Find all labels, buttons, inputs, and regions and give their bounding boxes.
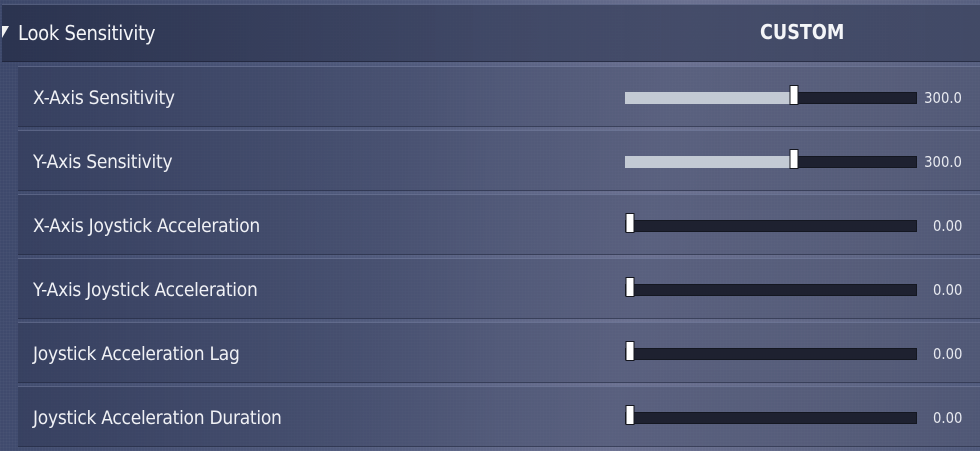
joystick-acceleration-lag-slider[interactable] [625,341,917,361]
x-axis-sensitivity-slider[interactable] [625,85,917,105]
look-sensitivity-panel: Look Sensitivity CUSTOM X-Axis Sensitivi… [0,0,980,451]
x-axis-joystick-acceleration-slider[interactable] [625,213,917,233]
header-preset-value[interactable]: CUSTOM [760,20,844,44]
slider-value: 0.00 [932,217,962,235]
slider-fill [625,92,794,104]
slider-value: 0.00 [932,345,962,363]
setting-label: Joystick Acceleration Lag [33,343,240,365]
setting-row-y-axis-sensitivity: Y-Axis Sensitivity 300.0 [18,130,980,191]
setting-label: X-Axis Joystick Acceleration [33,215,261,237]
setting-label: Joystick Acceleration Duration [33,407,282,429]
slider-value: 0.00 [932,409,962,427]
header-label: Look Sensitivity [18,21,156,45]
setting-row-joystick-acceleration-lag: Joystick Acceleration Lag 0.00 [18,322,980,383]
setting-row-x-axis-sensitivity: X-Axis Sensitivity 300.0 [18,66,980,127]
setting-label: Y-Axis Joystick Acceleration [33,279,258,301]
slider-value: 300.0 [924,89,962,107]
look-sensitivity-header[interactable]: Look Sensitivity CUSTOM [2,4,980,62]
setting-row-joystick-acceleration-duration: Joystick Acceleration Duration 0.00 [18,386,980,447]
slider-thumb[interactable] [625,213,635,233]
setting-label: Y-Axis Sensitivity [33,151,173,173]
mouse-cursor-icon [2,26,9,38]
slider-fill [625,156,794,168]
setting-row-y-axis-joystick-acceleration: Y-Axis Joystick Acceleration 0.00 [18,258,980,319]
y-axis-joystick-acceleration-slider[interactable] [625,277,917,297]
setting-row-x-axis-joystick-acceleration: X-Axis Joystick Acceleration 0.00 [18,194,980,255]
slider-thumb[interactable] [625,277,635,297]
setting-label: X-Axis Sensitivity [33,87,175,109]
joystick-acceleration-duration-slider[interactable] [625,405,917,425]
slider-value: 0.00 [932,281,962,299]
slider-thumb[interactable] [789,85,799,105]
slider-thumb[interactable] [625,405,635,425]
slider-thumb[interactable] [789,149,799,169]
slider-thumb[interactable] [625,341,635,361]
slider-value: 300.0 [924,153,962,171]
y-axis-sensitivity-slider[interactable] [625,149,917,169]
